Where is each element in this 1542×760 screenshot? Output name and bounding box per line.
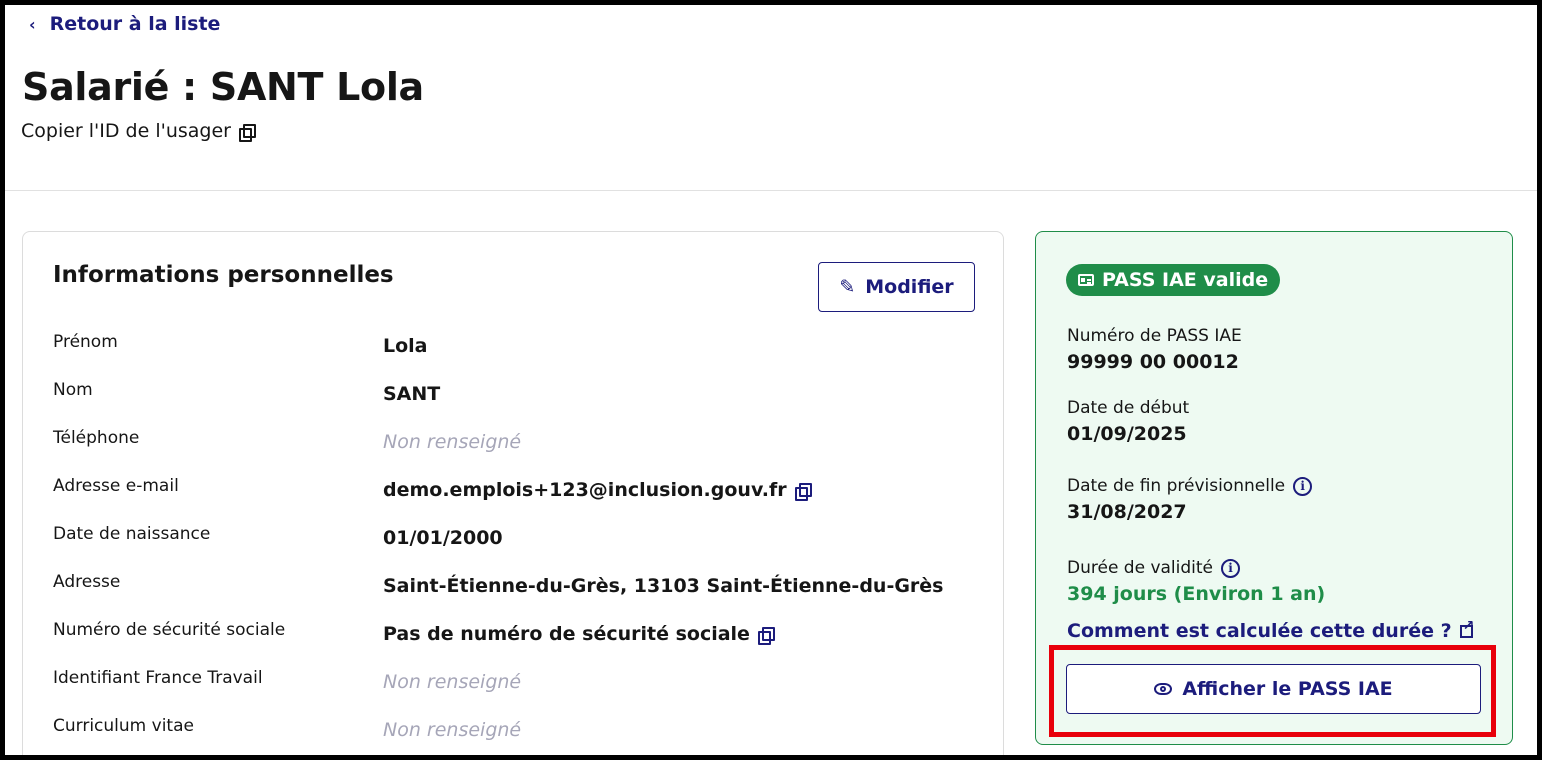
copy-icon [238, 123, 256, 142]
info-row-firstname: Prénom Lola [53, 332, 973, 372]
pass-duration-field: Durée de validité i 394 jours (Environ 1… [1067, 558, 1325, 605]
back-link-label: Retour à la liste [49, 13, 221, 35]
info-value: Lola [383, 335, 428, 357]
info-value-empty: Non renseigné [383, 719, 522, 741]
info-value: SANT [383, 383, 441, 405]
page-title: Salarié : SANT Lola [22, 65, 424, 109]
edit-button[interactable]: ✎ Modifier [818, 262, 975, 312]
info-row-address: Adresse Saint-Étienne-du-Grès, 13103 Sai… [53, 572, 973, 612]
show-pass-iae-button[interactable]: Afficher le PASS IAE [1066, 664, 1481, 714]
duration-calculation-label: Comment est calculée cette durée ? [1067, 620, 1452, 642]
pass-end-label: Date de fin prévisionnelle [1067, 476, 1286, 496]
pass-start-field: Date de début 01/09/2025 [1067, 398, 1189, 445]
copy-email-icon[interactable] [794, 482, 812, 501]
pass-status-badge: PASS IAE valide [1066, 264, 1281, 296]
info-value-empty: Non renseigné [383, 671, 522, 693]
info-icon[interactable]: i [1293, 476, 1313, 496]
eye-icon [1154, 683, 1173, 695]
info-value: Saint-Étienne-du-Grès, 13103 Saint-Étien… [383, 575, 944, 597]
info-value-ssn: Pas de numéro de sécurité sociale [383, 623, 775, 645]
pass-start-value: 01/09/2025 [1067, 423, 1187, 445]
info-value-email: demo.emplois+123@inclusion.gouv.fr [383, 479, 812, 501]
info-row-ssn: Numéro de sécurité sociale Pas de numéro… [53, 620, 973, 660]
pass-duration-label: Durée de validité [1067, 558, 1214, 578]
personal-info-heading: Informations personnelles [53, 262, 394, 288]
info-label: Numéro de sécurité sociale [53, 620, 286, 640]
copy-user-id-button[interactable]: Copier l'ID de l'usager [21, 120, 256, 142]
info-label: Prénom [53, 332, 118, 352]
header-divider [5, 190, 1537, 191]
info-label: Adresse e-mail [53, 476, 179, 496]
info-label: Téléphone [53, 428, 140, 448]
info-label: Nom [53, 380, 93, 400]
info-label: Adresse [53, 572, 121, 592]
page-frame: ‹ Retour à la liste Salarié : SANT Lola … [5, 5, 1537, 755]
info-icon[interactable]: i [1221, 558, 1241, 578]
info-label: Curriculum vitae [53, 716, 194, 736]
info-row-birthdate: Date de naissance 01/01/2000 [53, 524, 973, 564]
external-link-icon [1459, 618, 1474, 638]
pencil-icon: ✎ [839, 276, 856, 298]
info-label: Date de naissance [53, 524, 211, 544]
back-to-list-link[interactable]: ‹ Retour à la liste [29, 13, 220, 35]
info-row-lastname: Nom SANT [53, 380, 973, 420]
pass-number-field: Numéro de PASS IAE 99999 00 00012 [1067, 326, 1242, 373]
copy-ssn-icon[interactable] [757, 626, 775, 645]
pass-start-label: Date de début [1067, 398, 1190, 418]
id-card-icon [1078, 274, 1094, 286]
pass-end-value: 31/08/2027 [1067, 501, 1187, 523]
info-row-france-travail-id: Identifiant France Travail Non renseigné [53, 668, 973, 708]
info-value-empty: Non renseigné [383, 431, 522, 453]
info-row-email: Adresse e-mail demo.emplois+123@inclusio… [53, 476, 973, 516]
copy-user-id-label: Copier l'ID de l'usager [21, 120, 231, 142]
email-value: demo.emplois+123@inclusion.gouv.fr [383, 479, 787, 501]
pass-number-label: Numéro de PASS IAE [1067, 326, 1242, 346]
pass-duration-value: 394 jours (Environ 1 an) [1067, 583, 1326, 605]
edit-button-label: Modifier [865, 276, 954, 298]
personal-info-card: Informations personnelles ✎ Modifier Pré… [22, 231, 1004, 755]
duration-calculation-link[interactable]: Comment est calculée cette durée ? [1067, 618, 1474, 643]
show-pass-iae-label: Afficher le PASS IAE [1182, 678, 1393, 700]
pass-number-value: 99999 00 00012 [1067, 351, 1239, 373]
pass-status-label: PASS IAE valide [1102, 269, 1269, 291]
info-value: 01/01/2000 [383, 527, 503, 549]
pass-end-field: Date de fin prévisionnelle i 31/08/2027 [1067, 476, 1313, 523]
info-label: Identifiant France Travail [53, 668, 263, 688]
pass-end-label-row: Date de fin prévisionnelle i [1067, 476, 1313, 496]
info-row-cv: Curriculum vitae Non renseigné [53, 716, 973, 755]
chevron-left-icon: ‹ [29, 14, 36, 34]
info-row-phone: Téléphone Non renseigné [53, 428, 973, 468]
pass-duration-label-row: Durée de validité i [1067, 558, 1325, 578]
ssn-value: Pas de numéro de sécurité sociale [383, 623, 750, 645]
